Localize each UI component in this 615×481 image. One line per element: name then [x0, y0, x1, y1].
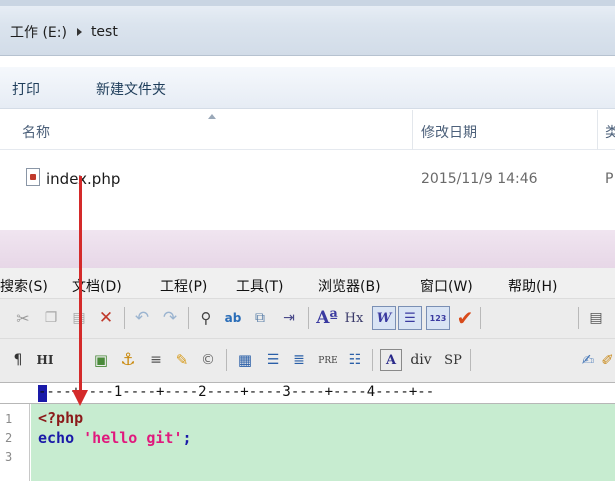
- cut-icon[interactable]: ✂: [14, 308, 32, 328]
- menu-help[interactable]: 帮助(H): [508, 276, 557, 296]
- font-size-icon[interactable]: Aª: [316, 307, 338, 329]
- column-divider[interactable]: [597, 110, 598, 150]
- line-number-toggle-icon[interactable]: 123: [426, 306, 450, 330]
- heading-icon[interactable]: Hx: [342, 308, 366, 328]
- undo-icon[interactable]: ↶: [132, 308, 152, 328]
- line-number: 1: [5, 412, 13, 426]
- address-bar-top-strip: [0, 0, 615, 6]
- menu-window[interactable]: 窗口(W): [420, 276, 473, 296]
- replace-icon[interactable]: ab: [222, 308, 244, 328]
- align-center-icon[interactable]: ≣: [288, 350, 310, 370]
- tools-icon[interactable]: ✐: [600, 350, 615, 370]
- screenshot-root: 工作 (E:) test 打印 新建文件夹 名称 修改日期 类 index.ph…: [0, 0, 615, 481]
- form-insert-icon[interactable]: ☰: [262, 350, 284, 370]
- toolbar-separator: [124, 307, 125, 329]
- menu-tools[interactable]: 工具(T): [236, 276, 283, 296]
- heading-insert-icon[interactable]: HI: [34, 350, 56, 370]
- horizontal-rule-icon[interactable]: ≡: [146, 350, 166, 370]
- print-button[interactable]: 打印: [12, 79, 40, 99]
- breadcrumb-separator-icon[interactable]: [76, 28, 82, 36]
- explorer-bottom-edge: [0, 222, 615, 230]
- menu-project[interactable]: 工程(P): [160, 276, 207, 296]
- column-header-name[interactable]: 名称: [22, 122, 50, 142]
- paragraph-icon[interactable]: ¶: [10, 350, 26, 370]
- new-folder-button[interactable]: 新建文件夹: [96, 79, 166, 99]
- ruler-scale: ----+----1----+----2----+----3----+----4…: [38, 384, 435, 400]
- code-line-php-open-tag[interactable]: <?php: [38, 409, 83, 427]
- toolbar-separator: [188, 307, 189, 329]
- line-number: 2: [5, 431, 13, 445]
- span-insert-icon[interactable]: SP: [440, 350, 466, 370]
- code-semicolon: ;: [182, 429, 192, 447]
- code-string: 'hello git': [83, 429, 183, 447]
- breadcrumb-drive[interactable]: 工作 (E:): [10, 22, 67, 42]
- copy-icon[interactable]: ❐: [42, 308, 60, 328]
- toolbar-separator: [308, 307, 309, 329]
- toolbar-separator: [578, 307, 579, 329]
- file-modified-date: 2015/11/9 14:46: [421, 171, 538, 187]
- edit-tag-icon[interactable]: ✎: [172, 350, 192, 370]
- code-keyword-echo: echo: [38, 429, 75, 447]
- edit-page-icon[interactable]: ✍: [578, 350, 598, 370]
- column-divider[interactable]: [412, 110, 413, 150]
- redo-icon[interactable]: ↷: [160, 308, 180, 328]
- menu-search[interactable]: 搜索(S): [0, 276, 48, 296]
- column-header-row: [0, 110, 615, 150]
- sort-ascending-icon: [208, 114, 216, 119]
- breadcrumb[interactable]: 工作 (E:) test: [10, 22, 118, 42]
- preformatted-icon[interactable]: PRE: [314, 352, 342, 370]
- column-header-modified[interactable]: 修改日期: [421, 122, 477, 142]
- toolbar-separator: [480, 307, 481, 329]
- list-insert-icon[interactable]: ☷: [344, 350, 366, 370]
- word-wrap-toggle-icon[interactable]: W: [372, 306, 396, 330]
- command-bar: [0, 67, 615, 109]
- line-number: 3: [5, 450, 13, 464]
- annotation-arrow-head-icon: [72, 390, 88, 406]
- spell-check-icon[interactable]: ✔: [454, 306, 476, 330]
- anchor-icon[interactable]: ⚓: [118, 350, 138, 370]
- breadcrumb-folder[interactable]: test: [91, 24, 118, 40]
- toolbar-separator: [226, 349, 227, 371]
- table-insert-icon[interactable]: ▦: [234, 350, 256, 370]
- div-insert-icon[interactable]: div: [406, 350, 436, 370]
- panel-icon[interactable]: ▤: [586, 308, 606, 328]
- font-tag-icon[interactable]: A: [380, 349, 402, 371]
- file-name[interactable]: index.php: [46, 170, 120, 188]
- toolbar-separator: [470, 349, 471, 371]
- copyright-icon[interactable]: ©: [198, 350, 218, 370]
- find-icon[interactable]: ⚲: [196, 308, 216, 328]
- toolbar-separator: [372, 349, 373, 371]
- column-header-type[interactable]: 类: [605, 122, 615, 142]
- indent-toggle-icon[interactable]: ☰: [398, 306, 422, 330]
- find-in-files-icon[interactable]: ⧉: [250, 308, 270, 328]
- delete-icon[interactable]: ✕: [96, 308, 116, 328]
- menu-browser[interactable]: 浏览器(B): [318, 276, 381, 296]
- image-insert-icon[interactable]: ▣: [90, 350, 112, 370]
- php-file-icon: [26, 168, 40, 186]
- list-indent-icon[interactable]: ⇥: [278, 308, 300, 328]
- code-line-echo[interactable]: echo 'hello git';: [38, 429, 192, 447]
- file-type: P: [605, 171, 614, 187]
- annotation-arrow-shaft: [79, 176, 82, 394]
